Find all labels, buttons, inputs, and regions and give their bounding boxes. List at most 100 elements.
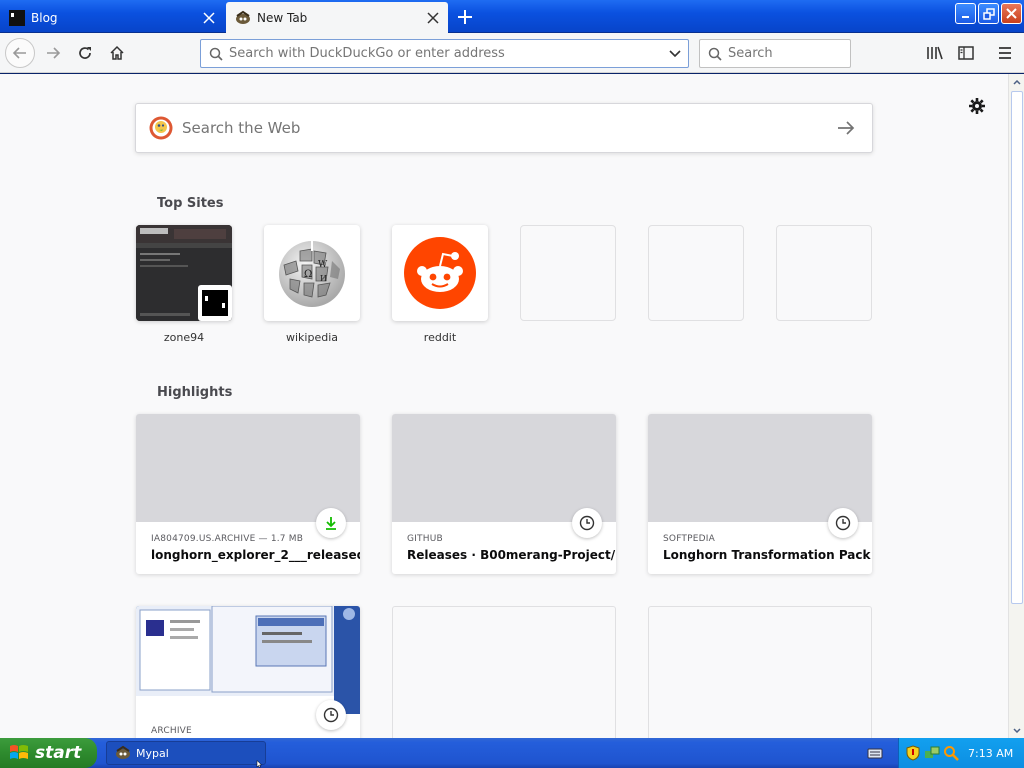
back-button[interactable]: [5, 38, 35, 68]
highlight-card-empty: [392, 606, 616, 738]
duckduckgo-icon: [149, 116, 173, 140]
sidebar-icon: [958, 46, 974, 60]
search-bar[interactable]: [699, 39, 851, 68]
highlight-card-empty: [648, 606, 872, 738]
start-button[interactable]: start: [0, 738, 97, 768]
minimize-button[interactable]: [955, 3, 976, 24]
highlight-preview: [648, 414, 872, 522]
zone94-thumbnail: [136, 225, 232, 321]
taskbar-item-label: Mypal: [136, 746, 169, 760]
clock-icon: [572, 508, 602, 538]
highlight-preview: [136, 414, 360, 522]
search-icon: [209, 47, 223, 61]
nav-toolbar: [0, 33, 1024, 73]
highlights-heading: Highlights: [157, 385, 233, 400]
svg-text:Ω: Ω: [304, 269, 312, 280]
restore-button[interactable]: [978, 3, 999, 24]
highlight-title: Longhorn Transformation Pack -...: [663, 548, 872, 562]
reload-button[interactable]: [70, 38, 100, 68]
tab-label: New Tab: [257, 10, 308, 25]
svg-text:W: W: [318, 260, 328, 270]
scroll-up-button[interactable]: [1009, 74, 1024, 90]
highlight-preview: [392, 414, 616, 522]
scroll-thumb[interactable]: [1011, 91, 1023, 604]
library-icon: [927, 46, 943, 60]
url-dropdown-button[interactable]: [662, 41, 688, 67]
highlight-preview: [136, 606, 360, 714]
security-shield-icon[interactable]: [905, 745, 921, 761]
chevron-down-icon: [669, 49, 681, 57]
arrow-right-icon: [838, 121, 855, 135]
tab-label: Blog: [31, 10, 58, 25]
menu-button[interactable]: [990, 38, 1020, 68]
top-site-label: wikipedia: [285, 331, 338, 344]
web-search-input[interactable]: [182, 119, 834, 137]
home-button[interactable]: [102, 38, 132, 68]
settings-button[interactable]: [965, 94, 989, 118]
mouse-cursor-icon: [256, 760, 263, 768]
tab-new-tab[interactable]: New Tab: [226, 2, 448, 33]
chevron-up-icon: [1013, 79, 1021, 85]
taskbar: start Mypal 7:13 AM: [0, 738, 1024, 768]
top-site-empty[interactable]: [776, 225, 872, 321]
clock-icon: [828, 508, 858, 538]
web-search-box[interactable]: [135, 103, 873, 153]
top-site-zone94[interactable]: zone94: [136, 225, 232, 344]
forward-button[interactable]: [38, 38, 68, 68]
window-close-button[interactable]: [1001, 3, 1022, 24]
top-site-empty[interactable]: [648, 225, 744, 321]
download-icon: [316, 508, 346, 538]
zone94-favicon-icon: [198, 285, 232, 321]
home-icon: [110, 45, 124, 60]
system-tray: 7:13 AM: [898, 738, 1024, 768]
keyboard-icon[interactable]: [867, 745, 883, 761]
tab-blog[interactable]: Blog: [0, 2, 224, 33]
clock: 7:13 AM: [968, 746, 1014, 760]
clock-icon: [316, 700, 346, 730]
tab-strip: Blog New Tab: [0, 0, 1024, 33]
reddit-icon: [404, 237, 476, 309]
highlight-card[interactable]: IA804709.US.ARCHIVE — 1.7 MB longhorn_ex…: [136, 414, 360, 574]
top-sites-heading: Top Sites: [157, 196, 224, 211]
chevron-down-icon: [1013, 727, 1021, 733]
windows-logo-icon: [10, 745, 28, 759]
plus-icon: [458, 10, 472, 24]
new-tab-button[interactable]: [453, 5, 477, 29]
address-input[interactable]: [229, 46, 662, 61]
svg-text:И: И: [320, 274, 327, 283]
sidebar-button[interactable]: [951, 38, 981, 68]
blog-favicon-icon: [9, 9, 25, 26]
mypal-favicon-icon: [236, 10, 250, 24]
highlight-card[interactable]: GITHUB Releases · B00merang-Project/...: [392, 414, 616, 574]
new-tab-page: Top Sites zone94: [0, 74, 1008, 738]
top-site-wikipedia[interactable]: Ω W И wikipedia: [264, 225, 360, 344]
wikipedia-globe-icon: Ω W И: [279, 241, 345, 307]
top-site-label: reddit: [423, 331, 457, 344]
arrow-left-icon: [12, 47, 26, 59]
scroll-down-button[interactable]: [1009, 722, 1024, 738]
vertical-scrollbar[interactable]: [1008, 74, 1024, 738]
search-icon: [708, 47, 722, 61]
mypal-app-icon: [116, 745, 130, 759]
highlight-title: longhorn_explorer_2___released...: [151, 548, 360, 562]
top-site-reddit[interactable]: reddit: [392, 225, 488, 344]
address-bar[interactable]: [200, 39, 689, 68]
close-tab-icon[interactable]: [198, 7, 220, 29]
library-button[interactable]: [920, 38, 950, 68]
arrow-right-icon: [47, 47, 61, 59]
network-icon[interactable]: [924, 745, 940, 761]
web-search-go-button[interactable]: [834, 116, 858, 140]
close-tab-icon[interactable]: [422, 7, 444, 29]
highlight-card[interactable]: SOFTPEDIA Longhorn Transformation Pack -…: [648, 414, 872, 574]
highlight-card[interactable]: ARCHIVE: [136, 606, 360, 738]
top-site-empty[interactable]: [520, 225, 616, 321]
start-label: start: [35, 743, 82, 763]
highlight-title: Releases · B00merang-Project/...: [407, 548, 616, 562]
gear-icon: [969, 98, 985, 114]
search-tray-icon[interactable]: [943, 745, 959, 761]
hamburger-menu-icon: [999, 47, 1011, 59]
reload-icon: [79, 47, 91, 59]
taskbar-item-mypal[interactable]: Mypal: [106, 741, 266, 765]
search-input[interactable]: [728, 46, 838, 61]
top-site-label: zone94: [163, 331, 205, 344]
